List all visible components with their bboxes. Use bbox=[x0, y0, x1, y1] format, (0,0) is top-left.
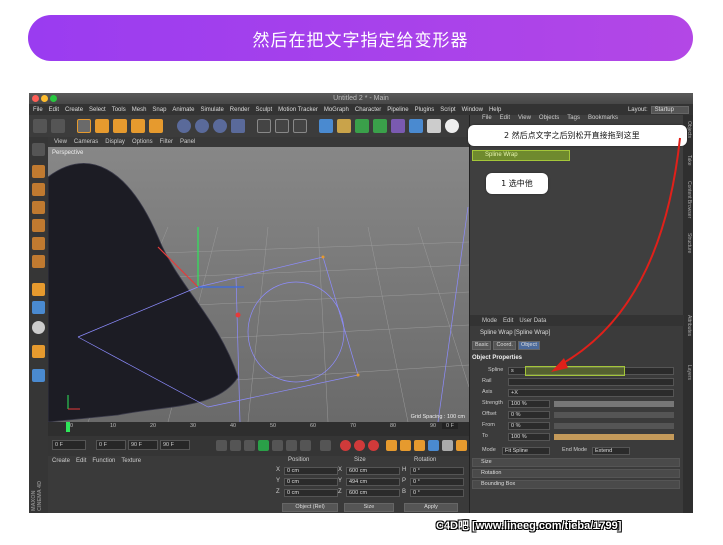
annotation-overlay bbox=[551, 137, 681, 372]
watermark: C4D吧 [www.lineeg.com/tieba/1799] bbox=[436, 520, 622, 532]
drag-arrow bbox=[559, 137, 681, 366]
drag-arrow-head bbox=[551, 358, 568, 372]
